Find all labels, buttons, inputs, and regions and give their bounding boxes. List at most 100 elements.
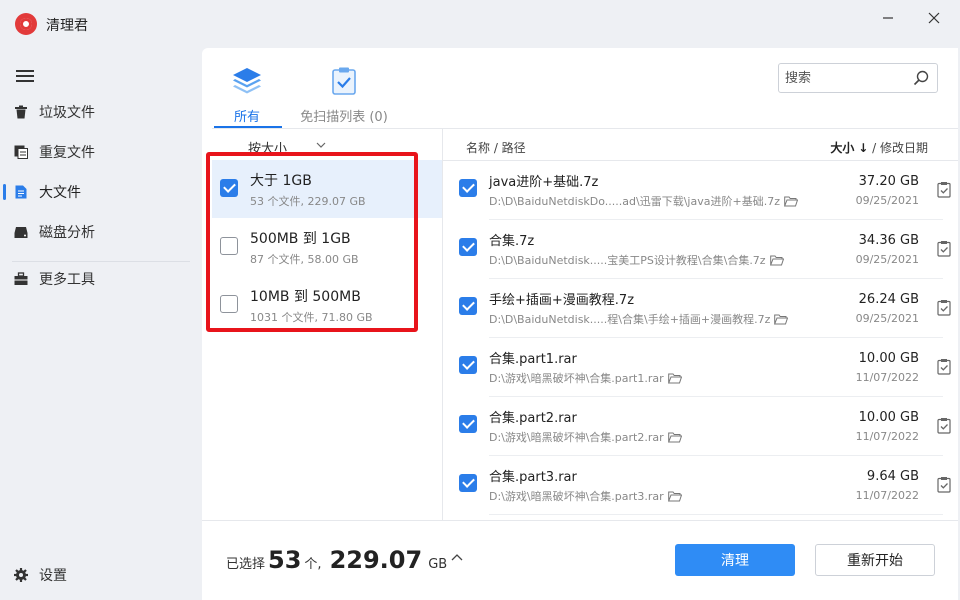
file-path-text: D:\游戏\暗黑破坏神\合集.part3.rar [489, 490, 664, 503]
add-to-skip-list-icon[interactable] [937, 417, 951, 434]
add-to-skip-list-icon[interactable] [937, 240, 951, 257]
file-path-text: D:\D\BaiduNetdiskDo.....ad\迅雷下载\java进阶+基… [489, 195, 780, 208]
file-date: 11/07/2022 [855, 489, 919, 502]
add-to-skip-list-icon[interactable] [937, 358, 951, 375]
selected-count-unit: 个, [304, 557, 322, 572]
category-summary: 53 个文件, 229.07 GB [250, 195, 366, 208]
table-row[interactable]: 合集.7z D:\D\BaiduNetdisk.....宝美工PS设计教程\合集\… [443, 220, 951, 279]
row-divider [489, 514, 943, 515]
file-path-text: D:\D\BaiduNetdisk.....宝美工PS设计教程\合集\合集.7z [489, 254, 766, 267]
category-title: 500MB 到 1GB [250, 231, 351, 247]
column-header-size[interactable]: 大小 [830, 141, 854, 155]
add-to-skip-list-icon[interactable] [937, 476, 951, 493]
file-date: 09/25/2021 [855, 253, 919, 266]
open-folder-icon[interactable] [783, 196, 798, 207]
file-size: 10.00 GB [858, 410, 919, 425]
column-header-separator: / [868, 141, 880, 155]
add-to-skip-list-icon[interactable] [937, 181, 951, 198]
close-button[interactable] [920, 8, 948, 28]
file-checkbox[interactable] [459, 415, 477, 433]
large-file-icon [14, 185, 28, 199]
sidebar-item-label: 重复文件 [39, 145, 95, 161]
app-title: 清理君 [46, 18, 88, 34]
sort-arrow-icon: ↓ [858, 141, 869, 155]
category-summary: 1031 个文件, 71.80 GB [250, 311, 373, 324]
file-checkbox[interactable] [459, 474, 477, 492]
column-header-sort[interactable]: 大小 ↓ / 修改日期 [830, 139, 928, 156]
file-checkbox[interactable] [459, 356, 477, 374]
category-checkbox[interactable] [220, 295, 238, 313]
open-folder-icon[interactable] [769, 255, 784, 266]
divider [212, 128, 958, 129]
search-icon[interactable] [913, 70, 929, 86]
selected-size-unit: GB [428, 557, 448, 572]
file-checkbox[interactable] [459, 179, 477, 197]
table-row[interactable]: 合集.part2.rar D:\游戏\暗黑破坏神\合集.part2.rar 10.0… [443, 397, 951, 456]
sidebar-item-duplicate-files[interactable]: 重复文件 [0, 134, 202, 170]
sidebar: 垃圾文件 重复文件 大文件 磁盘分析 更多工具 设置 [0, 48, 202, 600]
tab-skip-list[interactable]: 免扫描列表 (0) [298, 66, 390, 128]
file-name: java进阶+基础.7z [489, 175, 599, 190]
clean-button[interactable]: 清理 [675, 544, 795, 576]
category-checkbox[interactable] [220, 179, 238, 197]
sidebar-item-large-files[interactable]: 大文件 [0, 174, 202, 210]
sidebar-item-label: 垃圾文件 [39, 105, 95, 121]
file-path: D:\D\BaiduNetdisk.....宝美工PS设计教程\合集\合集.7z [489, 252, 784, 268]
file-path-text: D:\游戏\暗黑破坏神\合集.part1.rar [489, 372, 664, 385]
sidebar-item-disk-analysis[interactable]: 磁盘分析 [0, 214, 202, 250]
file-path: D:\游戏\暗黑破坏神\合集.part3.rar [489, 488, 682, 504]
open-folder-icon[interactable] [667, 491, 682, 502]
open-folder-icon[interactable] [667, 432, 682, 443]
file-path: D:\D\BaiduNetdiskDo.....ad\迅雷下载\java进阶+基… [489, 193, 798, 209]
table-row[interactable]: 合集.part3.rar D:\游戏\暗黑破坏神\合集.part3.rar 9.64… [443, 456, 951, 515]
open-folder-icon[interactable] [774, 314, 789, 325]
category-title: 10MB 到 500MB [250, 289, 361, 305]
restart-button[interactable]: 重新开始 [815, 544, 935, 576]
file-size: 10.00 GB [858, 351, 919, 366]
file-path: D:\游戏\暗黑破坏神\合集.part2.rar [489, 429, 682, 445]
sort-dropdown[interactable]: 按大小 [248, 138, 287, 157]
file-size: 26.24 GB [858, 292, 919, 307]
category-checkbox[interactable] [220, 237, 238, 255]
table-row[interactable]: 手绘+插画+漫画教程.7z D:\D\BaiduNetdisk.....程\合集\… [443, 279, 951, 338]
open-folder-icon[interactable] [667, 373, 682, 384]
category-500mb-1gb[interactable]: 500MB 到 1GB 87 个文件, 58.00 GB [212, 218, 442, 276]
menu-icon[interactable] [16, 70, 34, 82]
file-checkbox[interactable] [459, 297, 477, 315]
main-panel: 所有 免扫描列表 (0) 按大小 大于 1GB 53 个文件, 229.07 G… [202, 48, 958, 600]
table-row[interactable]: 合集.part1.rar D:\游戏\暗黑破坏神\合集.part1.rar 10.0… [443, 338, 951, 397]
file-size: 9.64 GB [866, 469, 919, 484]
file-checkbox[interactable] [459, 238, 477, 256]
tab-all[interactable]: 所有 [216, 66, 278, 128]
selected-prefix: 已选择 [226, 557, 266, 572]
disk-icon [14, 225, 28, 239]
column-header-name[interactable]: 名称 / 路径 [466, 139, 526, 156]
file-path: D:\D\BaiduNetdisk.....程\合集\手绘+插画+漫画教程.7z [489, 311, 789, 327]
app-logo-icon [15, 13, 37, 35]
sidebar-item-settings[interactable]: 设置 [0, 557, 202, 593]
title-bar: 清理君 [0, 0, 960, 48]
sidebar-item-more-tools[interactable]: 更多工具 [0, 261, 202, 297]
tab-label: 免扫描列表 (0) [300, 110, 388, 125]
column-header-date[interactable]: 修改日期 [880, 141, 928, 155]
sidebar-item-label: 大文件 [39, 185, 81, 201]
file-date: 09/25/2021 [855, 194, 919, 207]
file-name: 合集.part1.rar [489, 352, 577, 367]
file-date: 09/25/2021 [855, 312, 919, 325]
sidebar-item-label: 磁盘分析 [39, 225, 95, 241]
category-over-1gb[interactable]: 大于 1GB 53 个文件, 229.07 GB [212, 160, 442, 218]
chevron-up-icon[interactable] [451, 553, 463, 561]
minimize-button[interactable] [874, 8, 902, 28]
chevron-down-icon[interactable] [316, 141, 326, 149]
category-10mb-500mb[interactable]: 10MB 到 500MB 1031 个文件, 71.80 GB [212, 276, 442, 334]
divider [202, 520, 958, 521]
selection-summary: 已选择 53 个, 229.07 GB [226, 546, 447, 574]
file-path-text: D:\游戏\暗黑破坏神\合集.part2.rar [489, 431, 664, 444]
sidebar-item-label: 更多工具 [39, 272, 95, 288]
layers-icon [233, 68, 261, 94]
tab-label: 所有 [233, 110, 260, 125]
add-to-skip-list-icon[interactable] [937, 299, 951, 316]
table-row[interactable]: java进阶+基础.7z D:\D\BaiduNetdiskDo.....ad\迅… [443, 161, 951, 220]
sidebar-item-junk-files[interactable]: 垃圾文件 [0, 94, 202, 130]
file-name: 合集.part2.rar [489, 411, 577, 426]
